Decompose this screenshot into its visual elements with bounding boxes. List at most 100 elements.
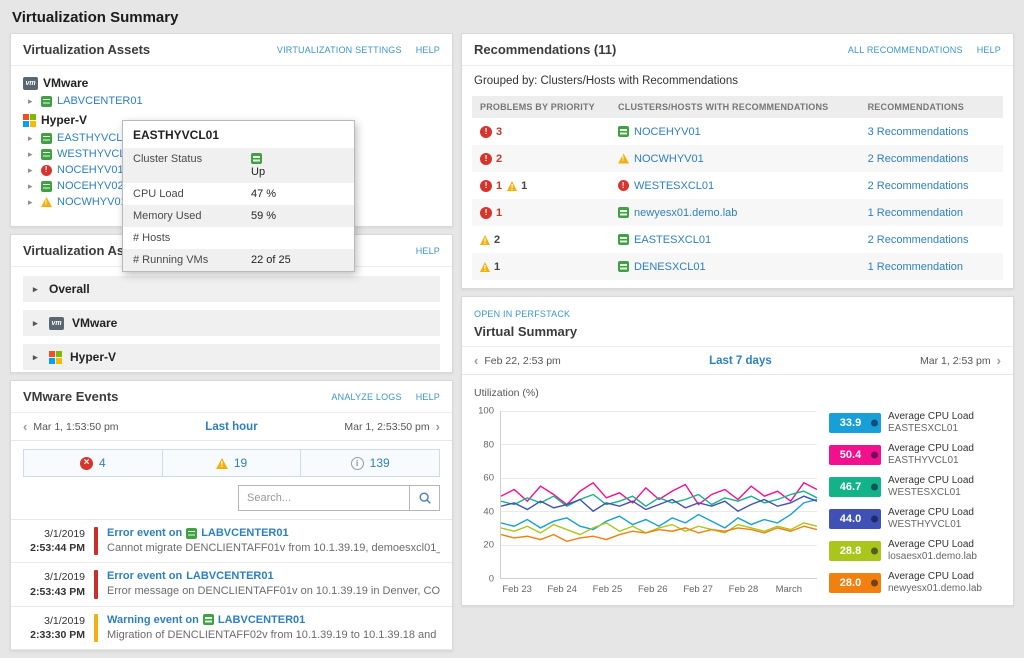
help-link[interactable]: HELP	[416, 246, 440, 256]
event-row[interactable]: 3/1/2019 2:53:44 PM Error event on LABVC…	[11, 520, 452, 563]
tree-group-label: Hyper-V	[41, 113, 87, 127]
accordion-label: Hyper-V	[70, 350, 116, 364]
y-tick: 100	[478, 406, 494, 417]
host-link[interactable]: DENESXCL01	[634, 261, 706, 273]
legend-entry[interactable]: 44.0 Average CPU Load WESTHYVCL01	[829, 507, 1001, 531]
event-target-link[interactable]: LABVCENTER01	[201, 527, 288, 539]
event-target-link[interactable]: LABVCENTER01	[218, 614, 305, 626]
virtualization-settings-link[interactable]: VIRTUALIZATION SETTINGS	[277, 45, 402, 55]
event-target-link[interactable]: LABVCENTER01	[186, 570, 273, 582]
event-timestamp: 3/1/2019 2:53:44 PM	[23, 527, 85, 555]
tooltip-label: CPU Load	[133, 188, 251, 200]
event-detail: Migration of DENCLIENTAFF02v from 10.1.3…	[107, 629, 440, 641]
next-chevron-icon[interactable]: ›	[436, 420, 440, 433]
severity-bar	[94, 614, 98, 642]
recommendation-link[interactable]: 1 Recommendation	[868, 207, 963, 219]
legend-value: 50.4	[840, 449, 870, 461]
tooltip-status-value: Up	[251, 153, 265, 178]
cluster-link[interactable]: NOCEHYV02	[57, 180, 124, 192]
expand-chevron-icon[interactable]: ▸	[33, 353, 41, 362]
host-cell: EASTESXCL01	[610, 230, 860, 250]
event-row[interactable]: 3/1/2019 2:33:30 PM Warning event on LAB…	[11, 607, 452, 650]
legend-entry[interactable]: 28.8 Average CPU Load losaesx01.demo.lab	[829, 539, 1001, 563]
search-input[interactable]	[238, 485, 410, 511]
series-marker-icon	[871, 516, 878, 523]
legend-entry[interactable]: 46.7 Average CPU Load WESTESXCL01	[829, 475, 1001, 499]
recommendation-cell: 3 Recommendations	[860, 122, 1003, 142]
time-range-selector[interactable]: Last 7 days	[709, 355, 772, 367]
event-summary: Error event on LABVCENTER01	[107, 527, 440, 539]
legend-host: EASTESXCL01	[888, 423, 974, 435]
cluster-link[interactable]: NOCWHYV01	[57, 196, 127, 208]
host-link[interactable]: NOCWHYV01	[634, 153, 704, 165]
expand-chevron-icon[interactable]: ▸	[28, 97, 36, 106]
tab-info[interactable]: 139	[300, 450, 439, 476]
help-link[interactable]: HELP	[416, 392, 440, 402]
accordion-hyperv[interactable]: ▸ Hyper-V	[23, 344, 440, 370]
legend-entry[interactable]: 33.9 Average CPU Load EASTESXCL01	[829, 411, 1001, 435]
recommendation-link[interactable]: 3 Recommendations	[868, 126, 969, 138]
critical-count: 2	[496, 153, 502, 165]
event-type-link[interactable]: Error event on	[107, 527, 182, 539]
analyze-logs-link[interactable]: ANALYZE LOGS	[331, 392, 401, 402]
expand-chevron-icon[interactable]: ▸	[28, 182, 36, 191]
grouped-by-label[interactable]: Grouped by: Clusters/Hosts with Recommen…	[462, 66, 1013, 96]
event-type-link[interactable]: Warning event on	[107, 614, 199, 626]
tab-warnings[interactable]: 19	[162, 450, 301, 476]
prev-chevron-icon[interactable]: ‹	[23, 420, 27, 433]
series-marker-icon	[871, 484, 878, 491]
legend-entry[interactable]: 28.0 Average CPU Load newyesx01.demo.lab	[829, 571, 1001, 595]
recommendation-link[interactable]: 2 Recommendations	[868, 180, 969, 192]
col-problems-by-priority: PROBLEMS BY PRIORITY	[472, 96, 610, 118]
expand-chevron-icon[interactable]: ▸	[28, 150, 36, 159]
legend-value: 28.8	[840, 545, 870, 557]
all-recommendations-link[interactable]: ALL RECOMMENDATIONS	[848, 45, 963, 55]
time-nav-start: ‹ Mar 1, 1:53:50 pm	[23, 420, 119, 433]
critical-count: 1	[496, 180, 502, 192]
recommendation-link[interactable]: 1 Recommendation	[868, 261, 963, 273]
time-nav-start: ‹ Feb 22, 2:53 pm	[474, 354, 561, 367]
event-row[interactable]: 3/1/2019 2:53:43 PM Error event on LABVC…	[11, 563, 452, 606]
legend-entry[interactable]: 50.4 Average CPU Load EASTHYVCL01	[829, 443, 1001, 467]
host-link[interactable]: WESTESXCL01	[634, 180, 714, 192]
chart-plot-area[interactable]	[500, 411, 817, 579]
recommendation-link[interactable]: 2 Recommendations	[868, 153, 969, 165]
accordion-vmware[interactable]: ▸ VMware	[23, 310, 440, 336]
y-tick: 20	[483, 540, 494, 551]
time-range-selector[interactable]: Last hour	[205, 421, 257, 433]
legend-metric: Average CPU Load	[888, 507, 974, 519]
prev-chevron-icon[interactable]: ‹	[474, 354, 478, 367]
host-cell: DENESXCL01	[610, 257, 860, 277]
recommendation-cell: 2 Recommendations	[860, 176, 1003, 196]
host-link[interactable]: NOCEHYV01	[634, 126, 701, 138]
cluster-link[interactable]: LABVCENTER01	[57, 95, 143, 107]
y-tick: 60	[483, 473, 494, 484]
host-status-icon	[618, 261, 629, 272]
critical-icon	[480, 153, 492, 165]
help-link[interactable]: HELP	[416, 45, 440, 55]
chart-svg	[501, 411, 817, 578]
expand-chevron-icon[interactable]: ▸	[33, 285, 41, 294]
cluster-status-icon	[41, 133, 52, 144]
host-link[interactable]: EASTESXCL01	[634, 234, 711, 246]
cluster-link[interactable]: NOCEHYV01	[57, 164, 124, 176]
plot-column: 100 80 60 40 20 0	[474, 411, 817, 597]
help-link[interactable]: HELP	[977, 45, 1001, 55]
tab-errors[interactable]: 4	[24, 450, 162, 476]
expand-chevron-icon[interactable]: ▸	[28, 166, 36, 175]
open-in-perfstack-link[interactable]: OPEN IN PERFSTACK	[474, 309, 570, 319]
tree-item-labvcenter01[interactable]: ▸ LABVCENTER01	[23, 93, 440, 109]
accordion-body: ▸ Overall ▸ VMware ▸ Hyper-V	[11, 267, 452, 380]
expand-chevron-icon[interactable]: ▸	[28, 198, 36, 207]
next-chevron-icon[interactable]: ›	[997, 354, 1001, 367]
event-type-link[interactable]: Error event on	[107, 570, 182, 582]
host-link[interactable]: newyesx01.demo.lab	[634, 207, 737, 219]
accordion-overall[interactable]: ▸ Overall	[23, 276, 440, 302]
expand-chevron-icon[interactable]: ▸	[28, 134, 36, 143]
priority-cell: 1 1	[472, 176, 610, 196]
expand-chevron-icon[interactable]: ▸	[33, 319, 41, 328]
recommendation-link[interactable]: 2 Recommendations	[868, 234, 969, 246]
right-column: Recommendations (11) ALL RECOMMENDATIONS…	[461, 33, 1014, 613]
search-button[interactable]	[410, 485, 440, 511]
host-cell: WESTESXCL01	[610, 176, 860, 196]
